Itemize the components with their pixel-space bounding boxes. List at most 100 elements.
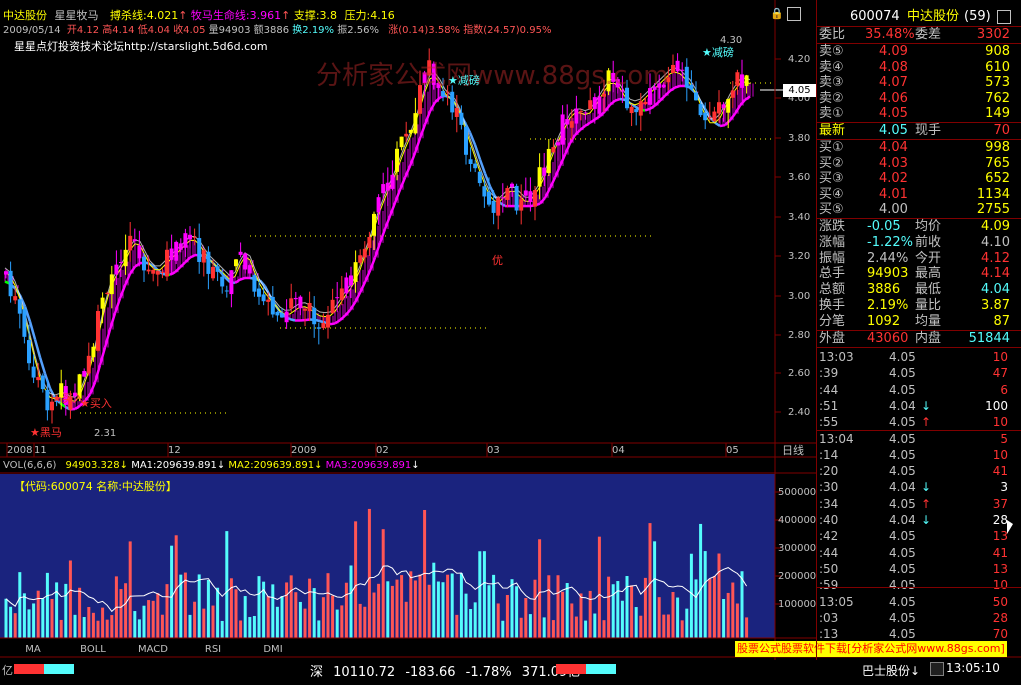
period-label[interactable]: 日线 (782, 444, 804, 458)
volume-bar (694, 579, 698, 638)
window-icon[interactable] (787, 7, 801, 21)
date-tick: 12 (168, 445, 181, 456)
volume-bar (197, 574, 201, 638)
stat-row: 分笔 1092 均量 87 (819, 313, 1010, 329)
volume-bar (363, 606, 367, 638)
volume-bar (501, 620, 505, 638)
pressure-value: 压力:4.16 (344, 9, 395, 22)
volume-bar (340, 605, 344, 638)
candle-body (330, 299, 335, 314)
candle-body (188, 234, 192, 240)
date-tick: 2008 (7, 445, 33, 456)
vol-tick: 400000 (778, 515, 817, 526)
volume-bar (50, 598, 54, 638)
stat-row: 总额 3886 最低 4.04 (819, 282, 1010, 298)
candle-body (160, 271, 165, 273)
candle-body (689, 84, 694, 90)
volume-bar (616, 581, 620, 638)
volume-bar (18, 572, 22, 638)
date-tick: 02 (376, 445, 389, 456)
tick-row: :59 4.05 10 (819, 578, 1008, 593)
candle-body (119, 262, 123, 264)
volume-bar (574, 616, 578, 638)
volume-bar (400, 575, 404, 638)
candle-body (707, 117, 712, 119)
volume-bar (271, 584, 275, 638)
tick-row: :14 4.05 10 (819, 447, 1008, 462)
candle-body (252, 275, 257, 292)
volume-bar (413, 580, 417, 638)
candle-body (500, 197, 505, 199)
candle-body (169, 248, 174, 260)
candle-body (684, 66, 689, 88)
tab-ma[interactable]: MA (3, 643, 63, 657)
volume-bar (708, 578, 712, 638)
volume-bar (551, 620, 555, 638)
volume-bar (561, 591, 565, 638)
candle-body (142, 256, 146, 271)
candle-body (376, 197, 381, 213)
volume-bar (588, 590, 592, 638)
volume-bar (298, 601, 302, 638)
candle-body (234, 259, 238, 267)
amount-value: 额3886 (253, 25, 290, 36)
volume-bar (745, 617, 749, 638)
candle-body (473, 163, 478, 169)
volume-bar (308, 578, 312, 638)
tick-row: :51 4.04 ↓ 100 (819, 398, 1008, 413)
volume-bar (358, 603, 362, 638)
candle-body (91, 346, 96, 358)
candle-body (546, 148, 551, 174)
close-icon[interactable] (997, 10, 1011, 24)
volume-bar (321, 597, 325, 638)
candle-body (569, 121, 574, 128)
candle-body (13, 296, 18, 301)
candle-body (192, 236, 197, 238)
volume-bar (82, 617, 86, 638)
volume-bar (538, 539, 542, 638)
stat-row: 振幅 2.44% 今开 4.12 (819, 250, 1010, 266)
candle-body (712, 111, 717, 122)
volume-bar (303, 608, 307, 638)
volume-bar (193, 601, 197, 638)
candle-body (86, 355, 91, 374)
tab-macd[interactable]: MACD (123, 643, 183, 657)
candle-body (335, 297, 340, 299)
candle-body (680, 69, 685, 71)
candle-body (316, 327, 321, 329)
tab-boll[interactable]: BOLL (63, 643, 123, 657)
candle-body (339, 288, 344, 300)
buy-row: 买① 4.04 998 (819, 140, 1010, 155)
lock-icon[interactable]: 🔒 (770, 8, 784, 20)
tab-dmi[interactable]: DMI (243, 643, 303, 657)
candle-body (128, 235, 133, 251)
tick-row: :34 4.05 ↑ 37 (819, 496, 1008, 511)
volume-bar (133, 611, 137, 638)
candle-body (477, 171, 482, 184)
candle-body (390, 174, 395, 189)
candle-body (293, 297, 298, 300)
volume-bar (680, 620, 684, 638)
candle-body (505, 188, 510, 200)
candle-body (270, 296, 275, 315)
candle-body (464, 126, 468, 155)
volume-bar (570, 603, 574, 638)
volume-bar (547, 575, 551, 638)
candle-body (592, 97, 597, 109)
candle-body (45, 389, 50, 411)
buy-label-2: ★买入 (52, 392, 84, 405)
volume-bar (4, 598, 8, 638)
tab-rsi[interactable]: RSI (183, 643, 243, 657)
ticker-text[interactable]: 巴士股份↓ (862, 662, 920, 679)
volume-bar (390, 585, 394, 638)
volume-bar (731, 582, 735, 638)
candle-body (468, 159, 473, 165)
volume-bar (312, 588, 316, 638)
candle-body (96, 311, 100, 351)
volume-bar (427, 584, 431, 638)
volume-bar (510, 579, 514, 638)
candle-body (551, 147, 556, 153)
volume-bar (671, 592, 675, 638)
volume-bar (487, 585, 491, 638)
volume-bar (96, 620, 100, 638)
